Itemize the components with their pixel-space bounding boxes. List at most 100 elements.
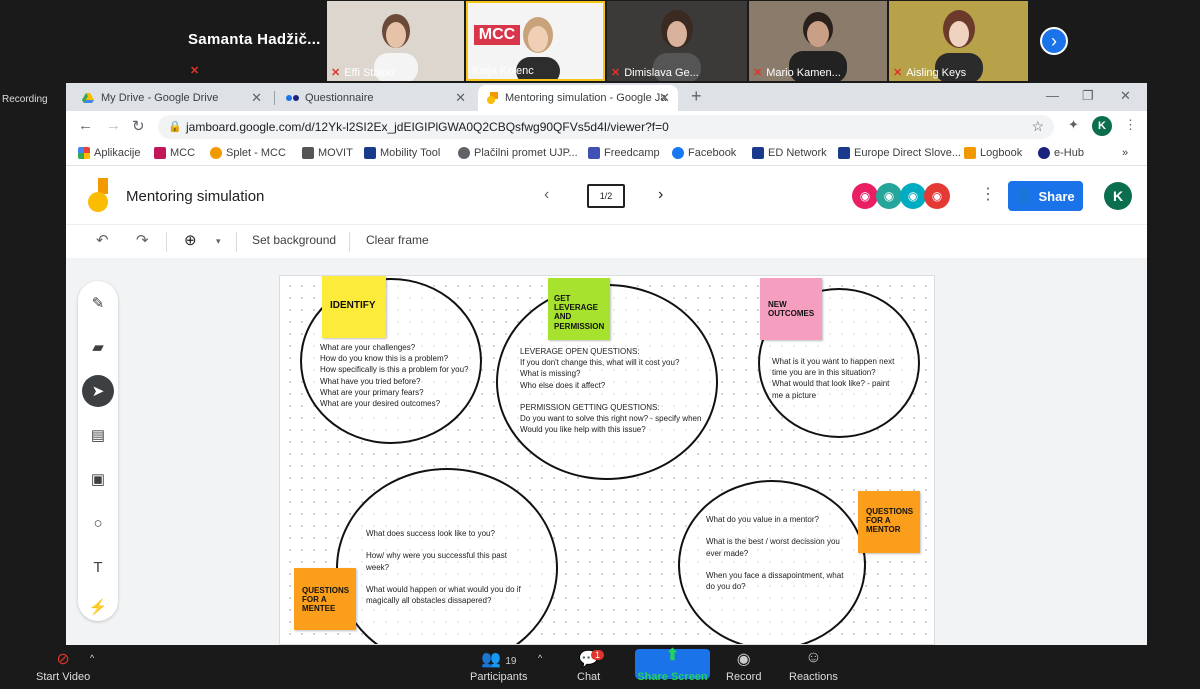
zoom-toolbar: ⊘ Start Video ^ 👥 19 Participants ^ 💬 1 … — [0, 645, 1200, 689]
bookmarks-overflow[interactable]: » — [1122, 147, 1128, 159]
logbook-icon — [964, 147, 976, 159]
bookmark-star-icon[interactable]: ☆ — [1031, 118, 1044, 135]
lock-icon: 🔒 — [168, 121, 182, 133]
participants-icon: 👥 19 — [480, 651, 517, 668]
text-mentor-questions[interactable]: What do you value in a mentor? What is t… — [706, 514, 852, 592]
jamboard-profile-avatar[interactable]: K — [1104, 182, 1132, 210]
forward-icon[interactable]: → — [106, 117, 121, 134]
reactions-button[interactable]: ☺ Reactions — [789, 649, 838, 683]
movit-icon — [302, 147, 314, 159]
back-icon[interactable]: ← — [78, 117, 93, 134]
close-tab-icon[interactable]: ✕ — [659, 90, 670, 106]
tab-title: Questionnaire — [305, 92, 374, 104]
reload-icon[interactable]: ↻ — [132, 117, 145, 135]
collaborator-avatar[interactable]: ◉ — [924, 183, 950, 209]
close-tab-icon[interactable]: ✕ — [251, 90, 262, 106]
next-page-icon[interactable]: › — [1040, 27, 1068, 55]
next-frame-icon[interactable]: › — [658, 186, 663, 204]
bookmark-item[interactable]: Europe Direct Slove... — [838, 147, 961, 159]
freedcamp-icon — [588, 147, 600, 159]
participant-strip: Samanta Hadžič... ✕ ✕ Effi Staiou MCC Kat… — [0, 0, 1200, 83]
text-outcomes-questions[interactable]: What is it you want to happen next time … — [772, 356, 902, 401]
bookmark-item[interactable]: Freedcamp — [588, 147, 660, 159]
tab-title: Mentoring simulation - Google Ja — [505, 92, 667, 104]
minimize-icon[interactable]: — — [1046, 88, 1059, 103]
zoom-icon[interactable]: ⊕ — [184, 231, 197, 249]
facebook-icon — [672, 147, 684, 159]
image-icon[interactable]: ▣ — [82, 463, 114, 495]
sticky-note-identify[interactable]: IDENTIFY — [322, 276, 386, 338]
clear-frame-button[interactable]: Clear frame — [366, 233, 429, 247]
collaborator-avatar[interactable]: ◉ — [900, 183, 926, 209]
bookmark-item[interactable]: e-Hub — [1038, 147, 1084, 159]
tab-jamboard[interactable]: Mentoring simulation - Google Ja ✕ — [478, 85, 678, 111]
chat-button[interactable]: 💬 1 Chat — [577, 649, 605, 683]
participant-name: Effi Staiou — [344, 66, 395, 79]
text-mentee-questions[interactable]: What does success look like to you? How/… — [366, 528, 526, 606]
participant-tile[interactable]: ✕ Aisling Keys — [889, 1, 1028, 81]
new-tab-icon[interactable]: + — [691, 86, 702, 107]
tab-title: My Drive - Google Drive — [101, 92, 219, 104]
extensions-icon[interactable]: ✦ — [1068, 117, 1079, 133]
laser-icon[interactable]: ⚡ — [82, 591, 114, 623]
dots-icon — [286, 92, 299, 104]
participant-tile[interactable]: ✕ Effi Staiou — [327, 1, 464, 81]
text-identify-questions[interactable]: What are your challenges? How do you kno… — [320, 342, 480, 409]
more-options-icon[interactable]: ⋮ — [980, 184, 996, 204]
tab-strip: My Drive - Google Drive ✕ Questionnaire … — [66, 83, 1147, 111]
bookmark-item[interactable]: MOVIT — [302, 147, 353, 159]
collaborator-avatar[interactable]: ◉ — [876, 183, 902, 209]
bookmark-item[interactable]: ED Network — [752, 147, 827, 159]
participant-name: Dimislava Ge... — [624, 66, 699, 79]
redo-icon[interactable]: ↷ — [136, 231, 149, 249]
sticky-note-mentor[interactable]: QUESTIONS FOR A MENTOR — [858, 491, 920, 553]
bookmark-item[interactable]: Facebook — [672, 147, 736, 159]
tab-questionnaire[interactable]: Questionnaire ✕ — [278, 85, 474, 111]
bookmark-item[interactable]: Splet - MCC — [210, 147, 286, 159]
collaborator-avatar[interactable]: ◉ — [852, 183, 878, 209]
browser-menu-icon[interactable]: ⋮ — [1124, 117, 1137, 133]
jamboard-toolbar: ↶ ↷ ⊕ ▾ Set background Clear frame — [66, 224, 1147, 258]
set-background-button[interactable]: Set background — [252, 233, 336, 247]
participant-tile[interactable]: ✕ Mario Kamen... — [749, 1, 887, 81]
bookmark-item[interactable]: Aplikacije — [78, 147, 140, 159]
video-options-caret[interactable]: ^ — [90, 653, 94, 663]
sticky-note-outcomes[interactable]: NEW OUTCOMES — [760, 278, 822, 340]
sticky-note-leverage[interactable]: GET LEVERAGE AND PERMISSION — [548, 278, 610, 340]
chevron-down-icon[interactable]: ▾ — [216, 236, 221, 247]
undo-icon[interactable]: ↶ — [96, 231, 109, 249]
document-title: Mentoring simulation — [126, 188, 265, 205]
pen-icon[interactable]: ✎ — [82, 287, 114, 319]
prev-frame-icon[interactable]: ‹ — [544, 186, 549, 204]
record-icon: ◉ — [736, 651, 751, 668]
share-screen-button[interactable]: ⬆ Share Screen — [635, 647, 710, 683]
tab-google-drive[interactable]: My Drive - Google Drive ✕ — [74, 85, 270, 111]
circle-shape-icon[interactable]: ○ — [82, 507, 114, 539]
close-window-icon[interactable]: ✕ — [1120, 88, 1131, 104]
url-field[interactable]: 🔒 jamboard.google.com/d/12Yk-l2SI2Ex_jdE… — [158, 115, 1054, 139]
eraser-icon[interactable]: ▰ — [82, 331, 114, 363]
bookmark-item[interactable]: Logbook — [964, 147, 1022, 159]
share-button[interactable]: 👤 Share — [1008, 181, 1083, 211]
participant-tile-active[interactable]: MCC Katja Kolenc — [466, 1, 605, 81]
start-video-button[interactable]: ⊘ Start Video — [36, 649, 90, 683]
record-button[interactable]: ◉ Record — [726, 649, 761, 683]
participants-options-caret[interactable]: ^ — [538, 653, 542, 663]
frame-indicator[interactable]: 1/2 — [587, 184, 625, 208]
bookmark-item[interactable]: MCC — [154, 147, 195, 159]
participant-tile[interactable]: ✕ Dimislava Ge... — [607, 1, 747, 81]
sticky-note-mentee[interactable]: QUESTIONS FOR A MENTEE — [294, 568, 356, 630]
sticky-note-icon[interactable]: ▤ — [82, 419, 114, 451]
text-box-icon[interactable]: T — [82, 551, 114, 583]
jamboard-canvas[interactable]: IDENTIFY GET LEVERAGE AND PERMISSION NEW… — [279, 275, 935, 645]
jamboard-app: Mentoring simulation ‹ 1/2 › ◉ ◉ ◉ ◉ ⋮ 👤… — [66, 166, 1147, 645]
select-cursor-icon[interactable]: ➤ — [82, 375, 114, 407]
browser-profile-avatar[interactable]: K — [1092, 116, 1112, 136]
maximize-icon[interactable]: ❐ — [1082, 88, 1094, 104]
text-leverage-questions[interactable]: LEVERAGE OPEN QUESTIONS: If you don't ch… — [520, 346, 710, 436]
bookmark-item[interactable]: Plačilni promet UJP... — [458, 147, 578, 159]
bookmark-item[interactable]: Mobility Tool — [364, 147, 440, 159]
close-tab-icon[interactable]: ✕ — [455, 90, 466, 106]
browser-window: My Drive - Google Drive ✕ Questionnaire … — [66, 83, 1147, 645]
participants-button[interactable]: 👥 19 Participants — [470, 649, 527, 683]
